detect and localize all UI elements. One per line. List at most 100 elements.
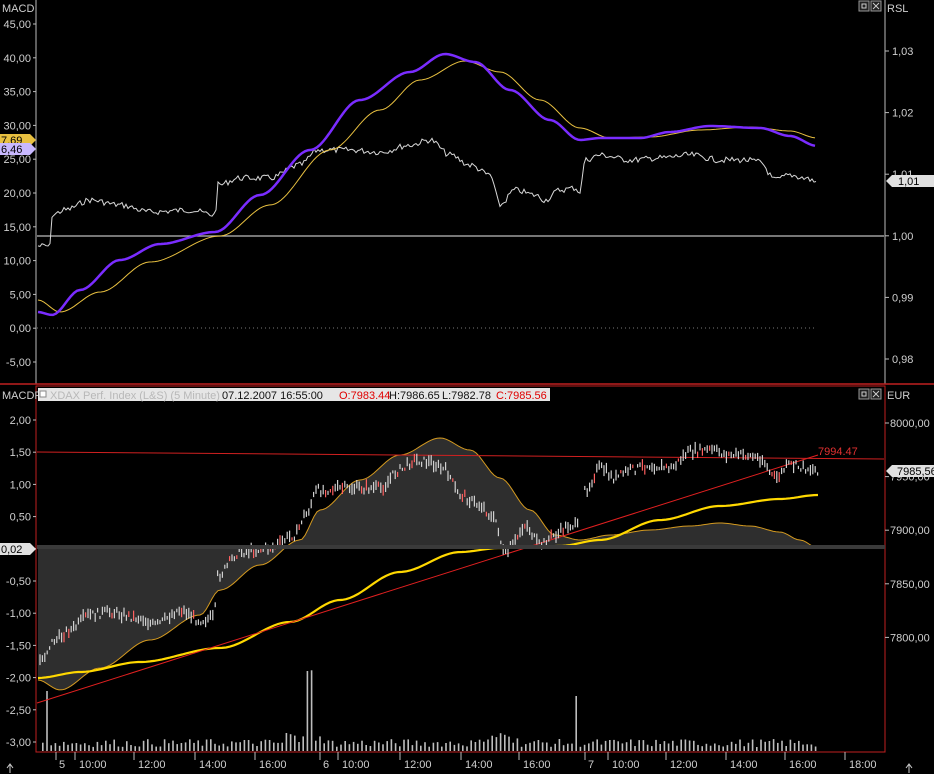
lower-right-tick: 8000,00 bbox=[890, 418, 930, 430]
lower-right-marker: 7985,56 bbox=[886, 465, 934, 478]
time-label: 10:00 bbox=[612, 759, 640, 771]
restore-icon[interactable] bbox=[858, 0, 870, 12]
volume-bar bbox=[621, 743, 624, 751]
volume-bar bbox=[491, 735, 493, 751]
volume-bar bbox=[231, 741, 233, 751]
volume-bar bbox=[75, 743, 78, 751]
volume-bar bbox=[214, 743, 216, 751]
lower-left-tick: 1,50 bbox=[10, 447, 31, 459]
volume-bar bbox=[218, 745, 220, 751]
volume-bar bbox=[226, 746, 229, 751]
volume-bar bbox=[466, 746, 468, 751]
volume-bar bbox=[609, 740, 611, 751]
volume-bar bbox=[562, 745, 565, 751]
volume-bar bbox=[54, 743, 57, 751]
rsl-line bbox=[37, 137, 817, 247]
lower-left-marker: 0,02 bbox=[0, 543, 36, 556]
volume-bar bbox=[100, 745, 103, 751]
volume-bar bbox=[415, 740, 418, 751]
volume-bar bbox=[222, 743, 225, 751]
volume-bar bbox=[142, 740, 145, 751]
lower-left-tick: -2,50 bbox=[6, 705, 31, 717]
lower-right-ticks: 8000,007950,007900,007850,007800,00 bbox=[885, 418, 930, 644]
volume-bar bbox=[651, 746, 653, 751]
volume-bar bbox=[638, 740, 640, 751]
volume-bar bbox=[63, 741, 65, 751]
quote-high: H:7986.65 bbox=[389, 390, 440, 402]
upper-left-tick: 30,00 bbox=[3, 120, 31, 132]
time-label: 14:00 bbox=[465, 759, 493, 771]
volume-bar bbox=[197, 740, 199, 751]
time-label: 18:00 bbox=[849, 759, 877, 771]
volume-bar bbox=[529, 742, 531, 751]
scroll-left[interactable] bbox=[6, 763, 14, 773]
upper-window-buttons[interactable] bbox=[858, 0, 882, 12]
volume-bar bbox=[525, 744, 527, 751]
lower-window-buttons[interactable] bbox=[858, 388, 882, 400]
volume-bar bbox=[571, 743, 573, 751]
volume-bar bbox=[688, 740, 691, 751]
quote-open: O:7983.44 bbox=[339, 390, 390, 402]
lower-left-tick: -3,00 bbox=[6, 737, 31, 749]
volume-bar bbox=[730, 741, 733, 751]
upper-left-tick: 35,00 bbox=[3, 87, 31, 99]
volume-bar bbox=[79, 744, 82, 751]
volume-bar bbox=[394, 743, 397, 751]
time-axis: 5 10:00 12:00 14:00 16:00 6 10:00 12:00 14:00 16:… bbox=[55, 752, 877, 771]
volume-bar bbox=[630, 739, 632, 751]
volume-bar bbox=[449, 741, 451, 751]
volume-bar bbox=[495, 737, 498, 751]
volume-bar bbox=[210, 739, 212, 751]
volume-bar bbox=[168, 743, 170, 751]
volume-bar bbox=[504, 734, 506, 751]
volume-bar bbox=[457, 743, 460, 751]
volume-bar bbox=[709, 745, 712, 751]
time-label: 10:00 bbox=[79, 759, 107, 771]
volume-bar bbox=[201, 745, 204, 751]
volume-bar bbox=[554, 743, 556, 751]
volume-bar bbox=[436, 742, 439, 751]
volume-bar bbox=[121, 746, 124, 751]
volume-bar bbox=[541, 742, 544, 751]
zero-band bbox=[37, 545, 885, 549]
volume-bar bbox=[487, 739, 489, 751]
volume-bar bbox=[806, 744, 808, 751]
volume-bar bbox=[634, 746, 636, 751]
time-label: 7 bbox=[588, 759, 594, 771]
volume-bar bbox=[764, 741, 766, 751]
upper-right-tick: 1,03 bbox=[892, 46, 913, 58]
upper-right-title: RSL bbox=[887, 3, 908, 15]
volume-bar bbox=[445, 743, 447, 751]
upper-left-tick: 5,00 bbox=[10, 289, 31, 301]
volume-bar bbox=[508, 736, 510, 751]
lower-left-tick: -2,00 bbox=[6, 673, 31, 685]
time-label: 14:00 bbox=[199, 759, 227, 771]
volume-bar bbox=[642, 740, 645, 751]
lower-left-tick: 2,00 bbox=[10, 415, 31, 427]
volume-bar bbox=[327, 740, 330, 751]
volume-bar bbox=[134, 746, 136, 751]
volume-bar bbox=[512, 742, 514, 751]
volume-bar bbox=[810, 744, 813, 751]
volume-bar bbox=[193, 742, 195, 751]
restore-icon[interactable] bbox=[858, 388, 870, 400]
volume-bar bbox=[189, 739, 191, 751]
volume-bar bbox=[453, 744, 456, 751]
volume-bar bbox=[243, 740, 246, 751]
volume-bar bbox=[373, 740, 376, 751]
volume-bar bbox=[516, 738, 519, 751]
volume-bar bbox=[390, 739, 393, 751]
volume-bar bbox=[50, 745, 52, 751]
volume-bar bbox=[163, 739, 166, 751]
arrow-up-icon[interactable] bbox=[905, 763, 913, 773]
volume-bar bbox=[533, 741, 535, 751]
volume-bar bbox=[331, 740, 334, 751]
volume-bar bbox=[659, 744, 661, 751]
arrow-up-icon[interactable] bbox=[6, 763, 14, 773]
volume-bar bbox=[109, 744, 111, 751]
scroll-right[interactable] bbox=[905, 763, 913, 773]
volume-bar bbox=[714, 743, 716, 751]
upper-right-tick: 0,99 bbox=[892, 292, 913, 304]
volume-bar bbox=[180, 743, 183, 751]
volume-bar bbox=[264, 739, 267, 751]
